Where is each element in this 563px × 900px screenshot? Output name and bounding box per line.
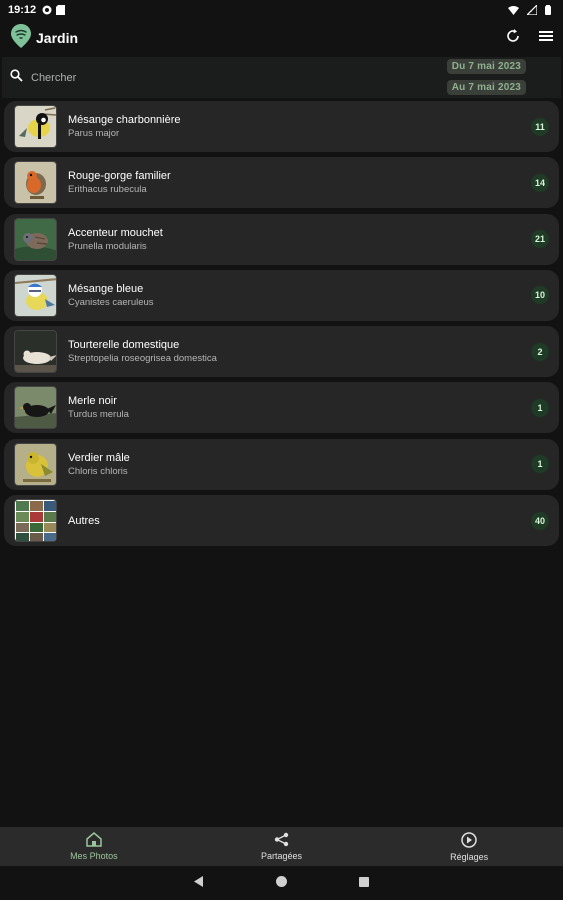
app-title: Jardin (36, 30, 79, 46)
search-icon (10, 68, 23, 87)
date-from-chip[interactable]: Du 7 mai 2023 (446, 59, 526, 74)
tab-my-photos-label: Mes Photos (70, 851, 118, 861)
dunnock-photo (14, 217, 57, 261)
sd-card-icon (56, 5, 66, 15)
species-name: Mésange charbonnière (68, 114, 181, 126)
list-item[interactable]: Tourterelle domestique Streptopelia rose… (4, 326, 559, 378)
home-icon (86, 832, 102, 849)
menu-icon[interactable] (539, 29, 553, 47)
species-latin: Chloris chloris (68, 465, 128, 477)
tab-settings-label: Réglages (450, 851, 489, 862)
share-icon (274, 832, 289, 849)
count-badge: 40 (530, 511, 549, 530)
list-item[interactable]: Autres 40 (4, 495, 559, 547)
list-item[interactable]: Mésange bleue Cyanistes caeruleus 10 (4, 269, 559, 321)
species-latin: Prunella modularis (68, 240, 147, 252)
search-bar[interactable]: Chercher Du 7 mai 2023 Au 7 mai 2023 (2, 57, 561, 98)
list-item[interactable]: Verdier mâle Chloris chloris 1 (4, 438, 559, 490)
refresh-icon[interactable] (505, 28, 521, 49)
count-badge: 1 (531, 398, 549, 417)
species-latin: Parus major (68, 128, 120, 139)
tab-my-photos[interactable]: Mes Photos (0, 827, 188, 866)
count-badge: 11 (531, 117, 549, 136)
tab-shared[interactable]: Partagées (188, 827, 376, 866)
others-collage-photo (14, 499, 57, 543)
collared-dove-photo (14, 330, 57, 374)
date-to-chip[interactable]: Au 7 mai 2023 (446, 80, 526, 95)
tab-shared-label: Partagées (260, 851, 303, 861)
blackbird-photo (14, 386, 57, 430)
species-name: Rouge-gorge familier (68, 170, 171, 183)
count-badge: 10 (530, 286, 549, 305)
species-name: Tourterelle domestique (68, 339, 180, 352)
count-badge: 2 (531, 342, 549, 361)
app-bar: Jardin (0, 20, 563, 56)
location-pin-logo-icon (10, 23, 32, 54)
robin-photo (14, 161, 57, 205)
count-badge: 21 (530, 230, 549, 249)
home-circle-icon[interactable] (276, 874, 287, 892)
app-notification-icon (42, 5, 52, 15)
count-badge: 14 (530, 173, 549, 192)
great-tit-photo (14, 105, 57, 148)
blue-tit-photo (14, 273, 57, 317)
system-navigation (0, 866, 563, 900)
count-badge: 1 (531, 455, 549, 474)
species-name: Verdier mâle (68, 451, 130, 464)
species-list: Mésange charbonnière Parus major 11 Roug… (4, 101, 559, 551)
battery-icon (545, 5, 551, 15)
bottom-navigation: Mes Photos Partagées Réglages (0, 827, 563, 866)
list-item[interactable]: Mésange charbonnière Parus major 11 (4, 101, 559, 152)
back-icon[interactable] (194, 874, 204, 892)
signal-icon (527, 5, 537, 15)
status-bar: 19:12 (0, 0, 563, 20)
species-name: Merle noir (68, 395, 117, 408)
tab-settings[interactable]: Réglages (375, 827, 563, 866)
species-name: Mésange bleue (68, 282, 144, 295)
wifi-icon (508, 5, 519, 15)
species-name: Accenteur mouchet (68, 226, 163, 239)
species-latin: Turdus merula (68, 409, 129, 421)
greenfinch-photo (14, 442, 57, 486)
species-latin: Erithacus rubecula (68, 184, 147, 196)
status-time: 19:12 (8, 4, 37, 16)
recents-icon[interactable] (359, 874, 369, 892)
species-name: Autres (68, 514, 100, 527)
settings-icon (461, 831, 477, 850)
list-item[interactable]: Rouge-gorge familier Erithacus rubecula … (4, 157, 559, 209)
species-latin: Cyanistes caeruleus (68, 296, 154, 308)
search-input[interactable]: Chercher (31, 72, 76, 84)
species-latin: Streptopelia roseogrisea domestica (68, 353, 217, 365)
list-item[interactable]: Merle noir Turdus merula 1 (4, 382, 559, 434)
list-item[interactable]: Accenteur mouchet Prunella modularis 21 (4, 213, 559, 265)
